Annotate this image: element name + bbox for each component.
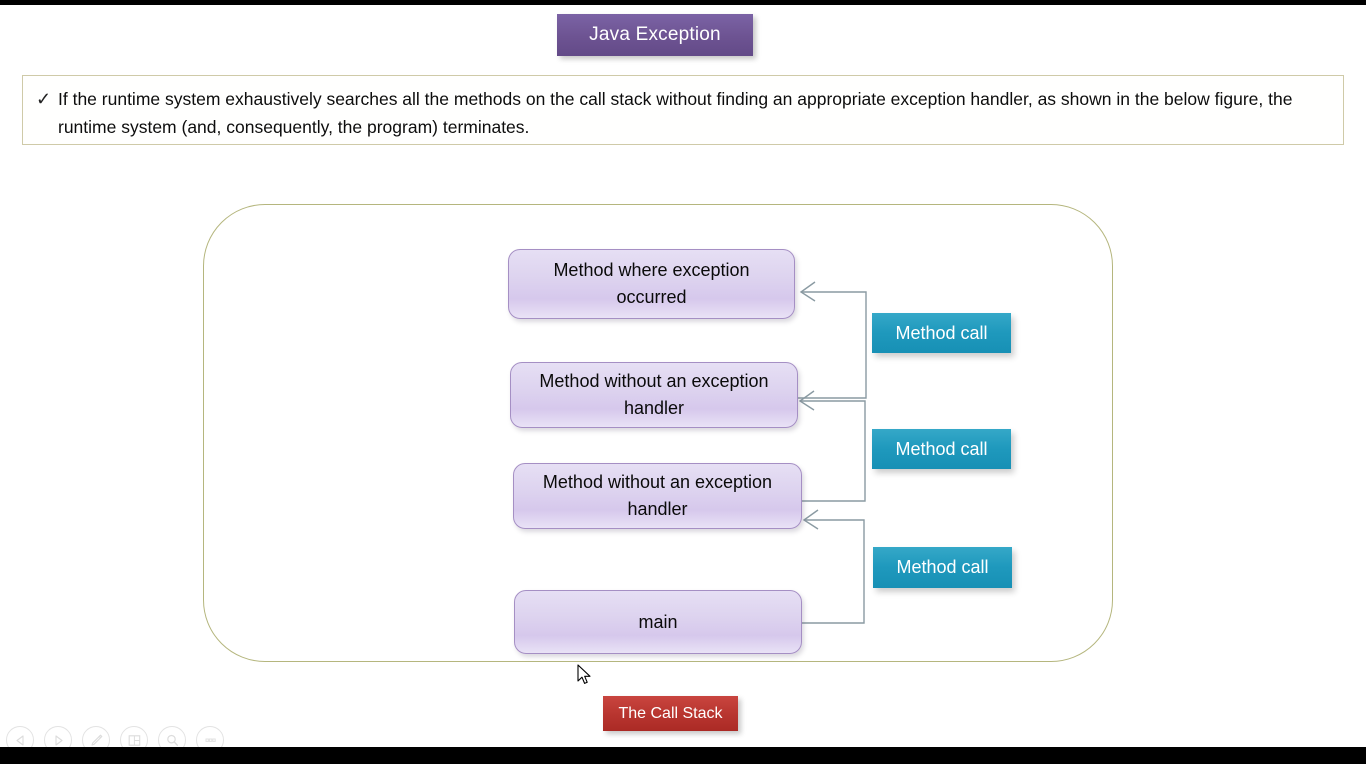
bullet-paragraph: If the runtime system exhaustively searc… — [58, 89, 1293, 137]
method-call-chip-label: Method call — [896, 557, 989, 577]
method-call-chip-label: Method call — [895, 438, 988, 459]
letterbox-bar-bottom — [0, 747, 1366, 764]
stack-box: Method without an exception handler — [513, 463, 802, 529]
stack-box: Method where exception occurred — [508, 249, 795, 319]
method-call-chip: Method call — [873, 547, 1012, 588]
stack-box-label: Method without an exception handler — [542, 472, 773, 519]
call-stack-caption-text: The Call Stack — [618, 704, 723, 722]
bullet-text-panel: ✓ If the runtime system exhaustively sea… — [22, 75, 1344, 145]
method-call-chip: Method call — [872, 313, 1011, 353]
stack-box-label: main — [638, 611, 678, 632]
checkmark-icon: ✓ — [36, 89, 52, 109]
call-stack-caption: The Call Stack — [603, 696, 738, 731]
grid-icon — [128, 734, 140, 746]
bullet-row: ✓ If the runtime system exhaustively sea… — [23, 76, 1343, 141]
slide-title-chip: Java Exception — [557, 14, 753, 56]
method-call-chip: Method call — [872, 429, 1011, 469]
stack-box-label: Method without an exception handler — [539, 371, 769, 418]
slide-canvas: Java Exception ✓ If the runtime system e… — [0, 5, 1366, 754]
ellipsis-icon — [205, 738, 216, 742]
slide-title-text: Java Exception — [589, 24, 721, 45]
method-call-chip-label: Method call — [895, 322, 988, 343]
magnifier-icon — [166, 734, 178, 746]
video-player-stage: Java Exception ✓ If the runtime system e… — [0, 0, 1366, 764]
stack-box: Method without an exception handler — [510, 362, 798, 428]
stack-box-label: Method where exception occurred — [553, 260, 750, 307]
mouse-cursor — [577, 664, 591, 684]
triangle-left-icon — [15, 734, 24, 746]
pen-icon — [90, 734, 102, 746]
triangle-right-icon — [54, 734, 63, 746]
stack-box: main — [514, 590, 802, 654]
